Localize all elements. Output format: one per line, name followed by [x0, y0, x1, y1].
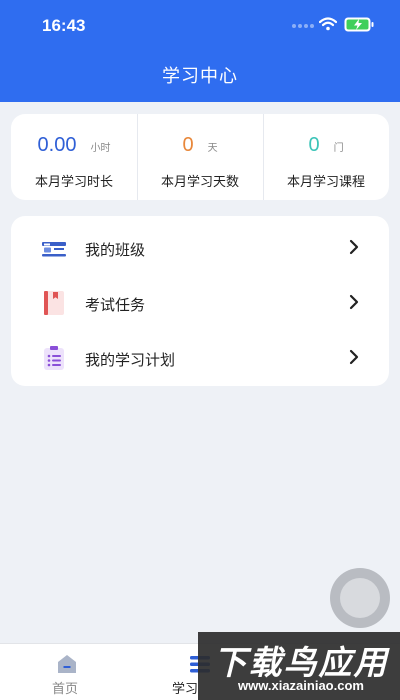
clipboard-list-icon — [44, 346, 64, 370]
tab-label: 学习 — [172, 682, 199, 697]
menu-card: 我的班级 考试任务 我的学习计划 — [11, 216, 389, 386]
menu-item-my-class[interactable]: 我的班级 — [11, 219, 389, 275]
signal-dots-icon — [292, 24, 314, 30]
stat-value: 0 — [182, 134, 194, 156]
menu-label: 我的班级 — [85, 241, 146, 259]
stat-unit: 门 — [333, 143, 344, 154]
stat-unit: 小时 — [90, 143, 111, 154]
status-bar: 16:43 — [0, 0, 400, 50]
status-time: 16:43 — [42, 16, 86, 35]
menu-item-exam-tasks[interactable]: 考试任务 — [11, 274, 389, 330]
header: 16:43 学习中心 — [0, 0, 400, 102]
chevron-right-icon — [349, 239, 359, 255]
book-icon — [44, 291, 64, 315]
tab-label: 首页 — [52, 682, 79, 697]
watermark-overlay: 下载鸟应用 www.xiazainiao.com — [198, 632, 400, 700]
stat-study-days: 0 天 本月学习天数 — [137, 114, 263, 200]
stat-label: 本月学习时长 — [34, 175, 113, 190]
menu-label: 考试任务 — [85, 296, 146, 314]
menu-item-study-plan[interactable]: 我的学习计划 — [11, 329, 389, 385]
watermark-title: 下载鸟应用 — [213, 644, 389, 681]
stat-value: 0 — [308, 134, 320, 156]
stat-study-courses: 0 门 本月学习课程 — [263, 114, 389, 200]
chevron-right-icon — [349, 349, 359, 365]
watermark-url: www.xiazainiao.com — [238, 678, 364, 693]
assistive-touch-button[interactable] — [330, 568, 390, 628]
stats-card: 0.00 小时 本月学习时长 0 天 本月学习天数 0 门 本月学习课程 — [11, 114, 389, 200]
wifi-icon — [319, 17, 337, 31]
chevron-right-icon — [349, 294, 359, 310]
tab-home[interactable]: 首页 — [40, 644, 94, 700]
menu-label: 我的学习计划 — [85, 351, 176, 369]
stat-label: 本月学习课程 — [286, 175, 365, 190]
id-card-icon — [42, 242, 66, 257]
page-title: 学习中心 — [162, 66, 238, 86]
battery-charging-icon — [344, 17, 374, 32]
stat-label: 本月学习天数 — [160, 175, 239, 190]
stat-study-hours: 0.00 小时 本月学习时长 — [11, 114, 137, 200]
home-icon — [58, 655, 76, 673]
stat-unit: 天 — [207, 143, 218, 154]
stat-value: 0.00 — [37, 134, 77, 156]
